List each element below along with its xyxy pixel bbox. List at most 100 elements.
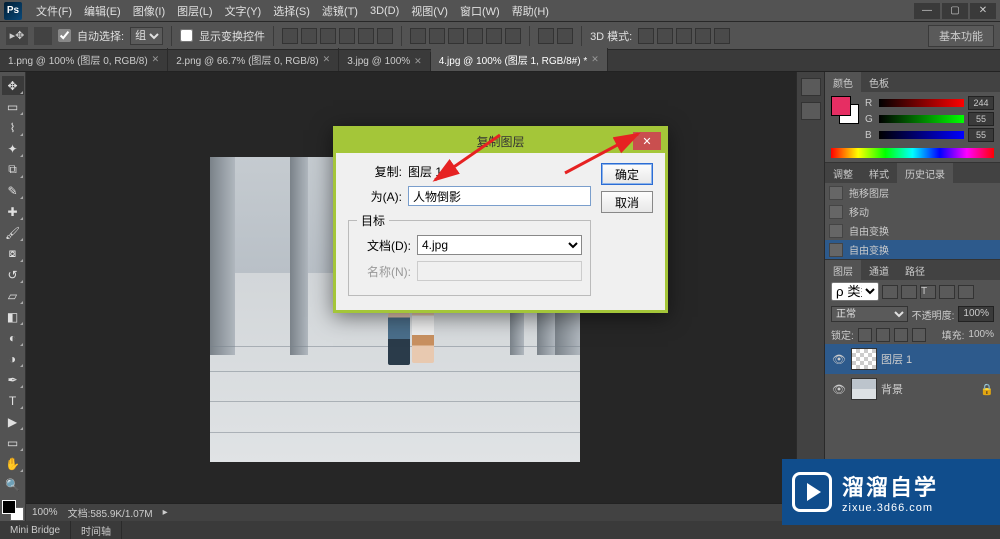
document-tab[interactable]: 4.jpg @ 100% (图层 1, RGB/8#) *✕ (431, 48, 608, 71)
document-tab[interactable]: 1.png @ 100% (图层 0, RGB/8)✕ (0, 48, 168, 71)
blur-tool-icon[interactable]: ◐ (2, 328, 24, 347)
document-dropdown[interactable]: 4.jpg (417, 235, 582, 255)
menu-view[interactable]: 视图(V) (405, 3, 454, 19)
move-tool-indicator-icon[interactable]: ▸✥ (6, 27, 28, 45)
lasso-tool-icon[interactable]: ⌇ (2, 118, 24, 137)
document-info[interactable]: 文档:585.9K/1.07M (68, 505, 153, 520)
menu-help[interactable]: 帮助(H) (506, 3, 555, 19)
auto-select-dropdown[interactable]: 组 (130, 27, 163, 45)
close-icon[interactable]: ✕ (152, 54, 160, 65)
crop-tool-icon[interactable]: ⧉ (2, 160, 24, 179)
tab-channels[interactable]: 通道 (861, 260, 897, 280)
menu-layer[interactable]: 图层(L) (171, 3, 218, 19)
filter-pixel-icon[interactable] (882, 285, 898, 299)
workspace-switcher[interactable]: 基本功能 (928, 25, 994, 47)
b-slider[interactable] (879, 131, 964, 139)
mode3d-1-icon[interactable] (638, 28, 654, 44)
color-swatches[interactable] (2, 500, 24, 521)
healing-tool-icon[interactable]: ✚ (2, 202, 24, 221)
menu-select[interactable]: 选择(S) (267, 3, 316, 19)
layer-name[interactable]: 背景 (881, 381, 903, 397)
filter-smart-icon[interactable] (958, 285, 974, 299)
chevron-right-icon[interactable]: ▸ (163, 507, 168, 518)
as-name-input[interactable] (408, 186, 591, 206)
layer-row[interactable]: 👁 图层 1 (825, 344, 1000, 374)
filter-adjust-icon[interactable] (901, 285, 917, 299)
stamp-tool-icon[interactable]: ⧇ (2, 244, 24, 263)
layer-row[interactable]: 👁 背景 🔒 (825, 374, 1000, 404)
arrange-1-icon[interactable] (538, 28, 554, 44)
document-tab[interactable]: 2.png @ 66.7% (图层 0, RGB/8)✕ (168, 48, 339, 71)
close-icon[interactable]: ✕ (323, 54, 331, 65)
eyedropper-tool-icon[interactable]: ✎ (2, 181, 24, 200)
ok-button[interactable]: 确定 (601, 163, 653, 185)
dialog-close-button[interactable]: ✕ (633, 132, 661, 150)
tab-layers[interactable]: 图层 (825, 260, 861, 280)
align-top-icon[interactable] (282, 28, 298, 44)
layer-name[interactable]: 图层 1 (881, 351, 912, 367)
r-slider[interactable] (879, 99, 964, 107)
foreground-color-swatch[interactable] (2, 500, 16, 514)
r-value[interactable]: 244 (968, 96, 994, 110)
lock-all-icon[interactable] (912, 328, 926, 342)
window-minimize[interactable]: — (914, 3, 940, 19)
menu-file[interactable]: 文件(F) (30, 3, 78, 19)
auto-select-checkbox[interactable] (58, 29, 71, 42)
fill-value[interactable]: 100% (968, 329, 994, 340)
arrange-2-icon[interactable] (557, 28, 573, 44)
window-maximize[interactable]: ▢ (942, 3, 968, 19)
history-brush-tool-icon[interactable]: ↺ (2, 265, 24, 284)
pen-tool-icon[interactable]: ✒ (2, 370, 24, 389)
align-right-icon[interactable] (377, 28, 393, 44)
tab-mini-bridge[interactable]: Mini Bridge (0, 521, 71, 539)
tab-paths[interactable]: 路径 (897, 260, 933, 280)
panel-color-swatch[interactable] (831, 96, 859, 124)
tab-adjustments[interactable]: 调整 (825, 163, 861, 183)
close-icon[interactable]: ✕ (414, 56, 422, 67)
tab-styles[interactable]: 样式 (861, 163, 897, 183)
visibility-eye-icon[interactable]: 👁 (831, 353, 847, 366)
move-tool-icon[interactable]: ✥ (2, 76, 24, 95)
distribute-6-icon[interactable] (505, 28, 521, 44)
tab-color[interactable]: 颜色 (825, 72, 861, 92)
dialog-titlebar[interactable]: 复制图层 ✕ (336, 129, 665, 153)
distribute-2-icon[interactable] (429, 28, 445, 44)
blend-mode-dropdown[interactable]: 正常 (831, 306, 908, 322)
mode3d-3-icon[interactable] (676, 28, 692, 44)
menu-3d[interactable]: 3D(D) (364, 5, 405, 17)
mode3d-4-icon[interactable] (695, 28, 711, 44)
align-bottom-icon[interactable] (320, 28, 336, 44)
g-slider[interactable] (879, 115, 964, 123)
align-left-icon[interactable] (339, 28, 355, 44)
brush-tool-icon[interactable]: 🖌 (2, 223, 24, 242)
layer-thumbnail[interactable] (851, 378, 877, 400)
menu-type[interactable]: 文字(Y) (219, 3, 268, 19)
visibility-eye-icon[interactable]: 👁 (831, 383, 847, 396)
hand-tool-icon[interactable]: ✋ (2, 454, 24, 473)
lock-pixels-icon[interactable] (876, 328, 890, 342)
dock-icon[interactable] (801, 78, 821, 96)
filter-type-icon[interactable]: T (920, 285, 936, 299)
mode3d-5-icon[interactable] (714, 28, 730, 44)
menu-image[interactable]: 图像(I) (127, 3, 171, 19)
window-close[interactable]: ✕ (970, 3, 996, 19)
filter-shape-icon[interactable] (939, 285, 955, 299)
zoom-tool-icon[interactable]: 🔍 (2, 475, 24, 494)
dodge-tool-icon[interactable]: ◑ (2, 349, 24, 368)
menu-filter[interactable]: 滤镜(T) (316, 3, 364, 19)
tab-timeline[interactable]: 时间轴 (71, 521, 122, 539)
close-icon[interactable]: ✕ (591, 54, 599, 65)
marquee-tool-icon[interactable]: ▭ (2, 97, 24, 116)
tab-swatches[interactable]: 色板 (861, 72, 897, 92)
eraser-tool-icon[interactable]: ▱ (2, 286, 24, 305)
cancel-button[interactable]: 取消 (601, 191, 653, 213)
type-tool-icon[interactable]: T (2, 391, 24, 410)
layer-filter-kind[interactable]: ρ 类型 (831, 282, 879, 301)
history-item[interactable]: 拖移图层 (825, 183, 1000, 202)
dock-icon[interactable] (801, 102, 821, 120)
show-transform-checkbox[interactable] (180, 29, 193, 42)
align-hcenter-icon[interactable] (358, 28, 374, 44)
distribute-5-icon[interactable] (486, 28, 502, 44)
history-item[interactable]: 自由变换 (825, 221, 1000, 240)
g-value[interactable]: 55 (968, 112, 994, 126)
